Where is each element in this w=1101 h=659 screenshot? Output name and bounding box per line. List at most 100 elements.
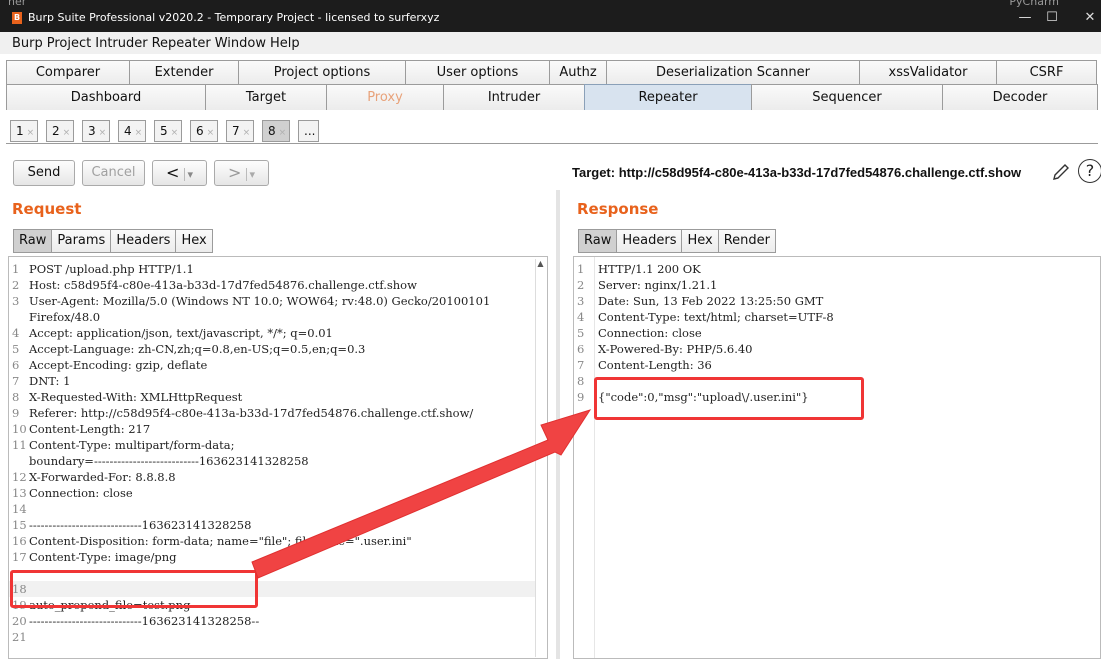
tab-authz[interactable]: Authz bbox=[549, 60, 607, 84]
line-text: -----------------------------16362314132… bbox=[29, 518, 252, 532]
response-tab-hex[interactable]: Hex bbox=[681, 229, 719, 253]
line-number: 20 bbox=[12, 614, 27, 628]
line-number: 1 bbox=[577, 262, 585, 276]
burp-app-icon: B bbox=[12, 12, 22, 24]
target-url[interactable]: Target: http://c58d95f4-c80e-413a-b33d-1… bbox=[572, 165, 1021, 180]
request-tab-raw[interactable]: Raw bbox=[13, 229, 53, 253]
pencil-icon[interactable] bbox=[1050, 161, 1072, 183]
close-tab-icon[interactable]: × bbox=[207, 128, 215, 138]
tab-repeater[interactable]: Repeater bbox=[584, 84, 752, 110]
dropdown-icon[interactable]: ▾ bbox=[245, 168, 256, 181]
menu-project[interactable]: Project bbox=[45, 33, 93, 55]
tab-project-options[interactable]: Project options bbox=[238, 60, 406, 84]
line-text: Content-Type: multipart/form-data; bbox=[29, 438, 235, 452]
repeater-tab-2[interactable]: 2 × bbox=[46, 120, 75, 142]
close-tab-icon[interactable]: × bbox=[27, 128, 35, 138]
window-title: Burp Suite Professional v2020.2 - Tempor… bbox=[28, 11, 440, 24]
repeater-tab-7[interactable]: 7 × bbox=[226, 120, 255, 142]
close-window-button[interactable]: ✕ bbox=[1075, 8, 1101, 28]
request-tab-params[interactable]: Params bbox=[51, 229, 112, 253]
repeater-tab-6[interactable]: 6 × bbox=[190, 120, 219, 142]
repeater-tab-label: 1 bbox=[16, 124, 24, 138]
response-tab-raw[interactable]: Raw bbox=[578, 229, 618, 253]
cancel-button[interactable]: Cancel bbox=[82, 160, 145, 186]
request-tab-hex[interactable]: Hex bbox=[175, 229, 213, 253]
repeater-tab-3[interactable]: 3 × bbox=[82, 120, 111, 142]
new-tab-button[interactable]: ... bbox=[298, 120, 320, 142]
line-number: 4 bbox=[577, 310, 585, 324]
scrollbar[interactable]: ▲ bbox=[535, 259, 545, 657]
menu-help[interactable]: Help bbox=[268, 33, 302, 55]
line-number: 9 bbox=[577, 390, 585, 404]
line-number: 3 bbox=[12, 294, 20, 308]
line-text: Host: c58d95f4-c80e-413a-b33d-17d7fed548… bbox=[29, 278, 417, 292]
tab-xssvalidator[interactable]: xssValidator bbox=[859, 60, 997, 84]
line-text: Content-Disposition: form-data; name="fi… bbox=[29, 534, 412, 548]
back-arrow-icon: < bbox=[165, 163, 180, 182]
help-icon[interactable]: ? bbox=[1078, 159, 1101, 183]
response-subtabs: Raw Headers Hex Render bbox=[578, 229, 776, 253]
close-tab-icon[interactable]: × bbox=[279, 128, 287, 138]
forward-button[interactable]: > ▾ bbox=[214, 160, 269, 186]
line-number: 13 bbox=[12, 486, 27, 500]
tab-decoder[interactable]: Decoder bbox=[942, 84, 1098, 110]
line-text: X-Forwarded-For: 8.8.8.8 bbox=[29, 470, 176, 484]
close-tab-icon[interactable]: × bbox=[63, 128, 71, 138]
back-button[interactable]: < ▾ bbox=[152, 160, 207, 186]
menu-window[interactable]: Window bbox=[213, 33, 268, 55]
tab-user-options[interactable]: User options bbox=[405, 60, 550, 84]
repeater-tab-4[interactable]: 4 × bbox=[118, 120, 147, 142]
pane-divider[interactable] bbox=[556, 190, 560, 659]
line-text: Date: Sun, 13 Feb 2022 13:25:50 GMT bbox=[598, 294, 824, 308]
tab-deserialization-scanner[interactable]: Deserialization Scanner bbox=[606, 60, 860, 84]
maximize-button[interactable]: ☐ bbox=[1037, 8, 1067, 28]
response-editor[interactable]: 1 HTTP/1.1 200 OK 2 Server: nginx/1.21.1 3… bbox=[573, 256, 1101, 659]
menu-repeater[interactable]: Repeater bbox=[150, 33, 213, 55]
tab-comparer[interactable]: Comparer bbox=[6, 60, 130, 84]
minimize-button[interactable]: — bbox=[1010, 8, 1040, 28]
menu-burp[interactable]: Burp bbox=[10, 33, 45, 55]
line-text: Content-Type: text/html; charset=UTF-8 bbox=[598, 310, 834, 324]
tab-proxy[interactable]: Proxy bbox=[326, 84, 444, 110]
send-button[interactable]: Send bbox=[13, 160, 75, 186]
line-number: 3 bbox=[577, 294, 585, 308]
repeater-tab-label: 4 bbox=[124, 124, 132, 138]
line-text: Content-Length: 217 bbox=[29, 422, 151, 436]
line-number: 14 bbox=[12, 502, 27, 516]
line-text: Content-Type: image/png bbox=[29, 550, 177, 564]
tab-sequencer[interactable]: Sequencer bbox=[751, 84, 943, 110]
tab-dashboard[interactable]: Dashboard bbox=[6, 84, 206, 110]
line-number: 21 bbox=[12, 630, 27, 644]
repeater-tabs: 1 × 2 × 3 × 4 × 5 × 6 × 7 × 8 × ... bbox=[6, 116, 1098, 144]
dropdown-icon[interactable]: ▾ bbox=[183, 168, 194, 181]
repeater-tab-1[interactable]: 1 × bbox=[10, 120, 39, 142]
tab-extender[interactable]: Extender bbox=[129, 60, 239, 84]
close-tab-icon[interactable]: × bbox=[171, 128, 179, 138]
tab-csrf[interactable]: CSRF bbox=[996, 60, 1097, 84]
tab-target[interactable]: Target bbox=[205, 84, 327, 110]
request-tab-headers[interactable]: Headers bbox=[110, 229, 177, 253]
line-text: POST /upload.php HTTP/1.1 bbox=[29, 262, 194, 276]
close-tab-icon[interactable]: × bbox=[99, 128, 107, 138]
line-number: 7 bbox=[12, 374, 20, 388]
line-number: 11 bbox=[12, 438, 27, 452]
line-text: Server: nginx/1.21.1 bbox=[598, 278, 718, 292]
response-tab-render[interactable]: Render bbox=[717, 229, 776, 253]
repeater-tab-8[interactable]: 8 × bbox=[262, 120, 291, 142]
repeater-tab-5[interactable]: 5 × bbox=[154, 120, 183, 142]
scroll-up-icon[interactable]: ▲ bbox=[536, 259, 545, 268]
close-tab-icon[interactable]: × bbox=[135, 128, 143, 138]
line-text: Connection: close bbox=[29, 486, 133, 500]
line-number: 9 bbox=[12, 406, 20, 420]
line-text: boundary=---------------------------1636… bbox=[29, 454, 309, 468]
window-titlebar: ner PyCharm B Burp Suite Professional v2… bbox=[0, 0, 1101, 32]
menu-intruder[interactable]: Intruder bbox=[93, 33, 149, 55]
line-text: Content-Length: 36 bbox=[598, 358, 712, 372]
repeater-tab-label: 7 bbox=[232, 124, 240, 138]
line-text: Accept: application/json, text/javascrip… bbox=[29, 326, 333, 340]
line-number: 17 bbox=[12, 550, 27, 564]
tab-intruder[interactable]: Intruder bbox=[443, 84, 585, 110]
response-tab-headers[interactable]: Headers bbox=[616, 229, 683, 253]
repeater-tab-label: 8 bbox=[268, 124, 276, 138]
close-tab-icon[interactable]: × bbox=[243, 128, 251, 138]
